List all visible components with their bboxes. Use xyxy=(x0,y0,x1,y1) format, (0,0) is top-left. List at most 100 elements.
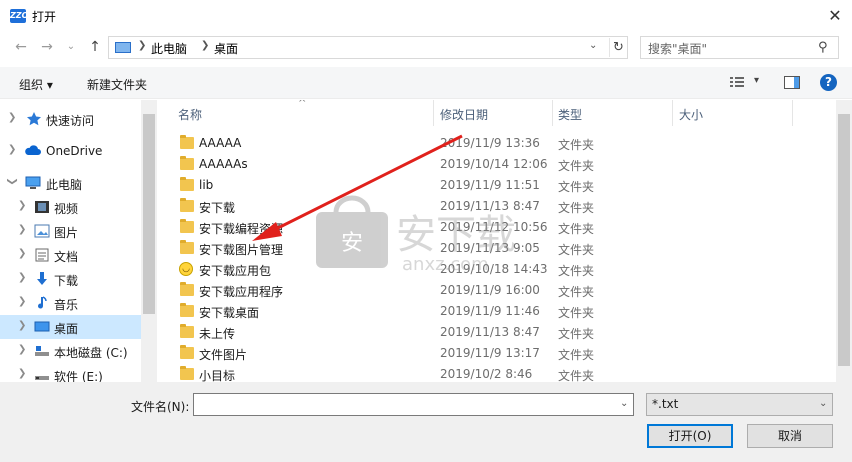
chevron-right-icon[interactable]: ❯ xyxy=(18,344,26,355)
sidebar-item-downloads[interactable]: ❯ 下载 xyxy=(0,267,141,291)
file-date: 2019/10/14 12:06 xyxy=(440,157,548,171)
open-button[interactable]: 打开(O) xyxy=(647,424,733,448)
breadcrumb-desktop[interactable]: 桌面 xyxy=(214,40,238,57)
chevron-right-icon[interactable]: ❯ xyxy=(18,272,26,283)
file-date: 2019/11/9 16:00 xyxy=(440,283,540,297)
sidebar-item-videos[interactable]: ❯ 视频 xyxy=(0,195,141,219)
table-row[interactable]: lib 2019/11/9 11:51 文件夹 xyxy=(158,175,818,196)
column-divider[interactable] xyxy=(672,100,673,126)
table-row[interactable]: ◡ 安下载应用包 2019/10/18 14:43 文件夹 xyxy=(158,259,818,280)
table-row[interactable]: 安下载桌面 2019/11/9 11:46 文件夹 xyxy=(158,301,818,322)
column-header-name[interactable]: 名称 xyxy=(178,100,202,126)
folder-icon xyxy=(180,366,194,380)
table-row[interactable]: 安下载编程资源 2019/11/12 10:56 文件夹 xyxy=(158,217,818,238)
sidebar-item-label: OneDrive xyxy=(46,144,103,158)
table-row[interactable]: 安下载图片管理 2019/11/13 9:05 文件夹 xyxy=(158,238,818,259)
chevron-right-icon[interactable]: ❯ xyxy=(8,112,16,123)
column-divider[interactable] xyxy=(433,100,434,126)
sort-ascending-icon: ^ xyxy=(298,100,307,109)
chevron-right-icon[interactable]: ❯ xyxy=(18,200,26,211)
chevron-right-icon[interactable]: ❯ xyxy=(18,320,26,331)
scrollbar-thumb[interactable] xyxy=(838,114,850,366)
file-type: 文件夹 xyxy=(558,306,595,320)
breadcrumb-this-pc[interactable]: 此电脑 xyxy=(151,40,187,57)
preview-pane-icon[interactable] xyxy=(784,76,800,92)
chevron-down-icon[interactable]: ▾ xyxy=(754,75,759,86)
cancel-button[interactable]: 取消 xyxy=(747,424,833,448)
nav-scrollbar[interactable] xyxy=(141,100,157,382)
chevron-down-icon[interactable]: ⌄ xyxy=(819,398,827,409)
column-divider[interactable] xyxy=(792,100,793,126)
sidebar-item-pictures[interactable]: ❯ 图片 xyxy=(0,219,141,243)
title-bar: ZZO 打开 ✕ xyxy=(0,0,852,32)
table-row[interactable]: 安下载应用程序 2019/11/9 16:00 文件夹 xyxy=(158,280,818,301)
refresh-icon[interactable]: ↻ xyxy=(609,38,627,57)
scrollbar-thumb[interactable] xyxy=(143,114,155,314)
address-bar[interactable]: ❯ 此电脑 ❯ 桌面 ⌄ ↻ xyxy=(108,36,628,59)
folder-icon xyxy=(180,240,194,254)
chevron-right-icon[interactable]: ❯ xyxy=(138,40,146,51)
column-header-type[interactable]: 类型 xyxy=(558,100,582,126)
sidebar-item-music[interactable]: ❯ 音乐 xyxy=(0,291,141,315)
sidebar-item-onedrive[interactable]: ❯ OneDrive xyxy=(0,139,141,163)
table-row[interactable]: 安下载 2019/11/13 8:47 文件夹 xyxy=(158,196,818,217)
recent-locations-icon[interactable]: ⌄ xyxy=(62,38,80,56)
filetype-select[interactable]: *.txt ⌄ xyxy=(646,393,833,416)
download-icon xyxy=(37,272,47,285)
filename-field[interactable]: ⌄ xyxy=(193,393,634,416)
sidebar-item-desktop[interactable]: ❯ 桌面 xyxy=(0,315,141,339)
sidebar-item-this-pc[interactable]: ❯ 此电脑 xyxy=(0,171,141,195)
chevron-right-icon[interactable]: ❯ xyxy=(18,368,26,379)
back-icon[interactable]: ← xyxy=(12,38,30,56)
window-title: 打开 xyxy=(32,10,57,24)
smiley-folder-icon: ◡ xyxy=(179,262,193,276)
search-input[interactable]: 搜索"桌面" xyxy=(648,40,707,57)
chevron-right-icon[interactable]: ❯ xyxy=(18,224,26,235)
column-divider[interactable] xyxy=(552,100,553,126)
column-header-date[interactable]: 修改日期 xyxy=(440,100,488,126)
folder-icon xyxy=(180,198,194,212)
chevron-down-icon[interactable]: ❯ xyxy=(7,177,18,185)
search-icon[interactable]: ⚲ xyxy=(818,40,828,55)
file-type: 文件夹 xyxy=(558,222,595,236)
chevron-down-icon[interactable]: ⌄ xyxy=(589,40,597,51)
chevron-right-icon[interactable]: ❯ xyxy=(8,144,16,155)
new-folder-button[interactable]: 新建文件夹 xyxy=(87,76,147,93)
sidebar-item-drive-c[interactable]: ❯ 本地磁盘 (C:) xyxy=(0,339,141,363)
sidebar-item-label: 快速访问 xyxy=(46,114,95,128)
file-name: 安下载应用包 xyxy=(199,264,272,278)
sidebar-item-label: 文档 xyxy=(54,250,79,264)
table-row[interactable]: 未上传 2019/11/13 8:47 文件夹 xyxy=(158,322,818,343)
file-name: lib xyxy=(199,178,214,192)
table-row[interactable]: 小目标 2019/10/2 8:46 文件夹 xyxy=(158,364,818,382)
filename-label: 文件名(N): xyxy=(131,400,190,414)
chevron-right-icon[interactable]: ❯ xyxy=(201,40,209,51)
column-header-size[interactable]: 大小 xyxy=(679,100,703,126)
file-name: 未上传 xyxy=(199,327,236,341)
file-date: 2019/11/9 11:46 xyxy=(440,304,540,318)
file-type: 文件夹 xyxy=(558,327,595,341)
sidebar-item-drive-e[interactable]: ❯ 软件 (E:) xyxy=(0,363,141,382)
chevron-right-icon[interactable]: ❯ xyxy=(18,248,26,259)
table-row[interactable]: AAAAAs 2019/10/14 12:06 文件夹 xyxy=(158,154,818,175)
organize-button[interactable]: 组织 ▾ xyxy=(19,76,53,93)
table-row[interactable]: 文件图片 2019/11/9 13:17 文件夹 xyxy=(158,343,818,364)
table-row[interactable]: AAAAA 2019/11/9 13:36 文件夹 xyxy=(158,133,818,154)
star-icon xyxy=(27,112,41,126)
help-icon[interactable]: ? xyxy=(820,74,837,91)
close-button[interactable]: ✕ xyxy=(822,4,848,28)
file-date: 2019/11/12 10:56 xyxy=(440,220,548,234)
chevron-right-icon[interactable]: ❯ xyxy=(18,296,26,307)
sidebar-item-documents[interactable]: ❯ 文档 xyxy=(0,243,141,267)
folder-icon xyxy=(180,177,194,191)
folder-icon xyxy=(180,156,194,170)
chevron-down-icon[interactable]: ⌄ xyxy=(620,398,628,409)
sidebar-item-label: 图片 xyxy=(54,226,79,240)
file-date: 2019/11/13 8:47 xyxy=(440,199,540,213)
search-box[interactable]: 搜索"桌面" ⚲ xyxy=(640,36,839,59)
sidebar-item-quick-access[interactable]: ❯ 快速访问 xyxy=(0,107,141,131)
forward-icon[interactable]: → xyxy=(38,38,56,56)
up-icon[interactable]: ↑ xyxy=(86,38,104,56)
content-scrollbar[interactable] xyxy=(836,100,852,382)
view-options-icon[interactable] xyxy=(730,76,744,89)
